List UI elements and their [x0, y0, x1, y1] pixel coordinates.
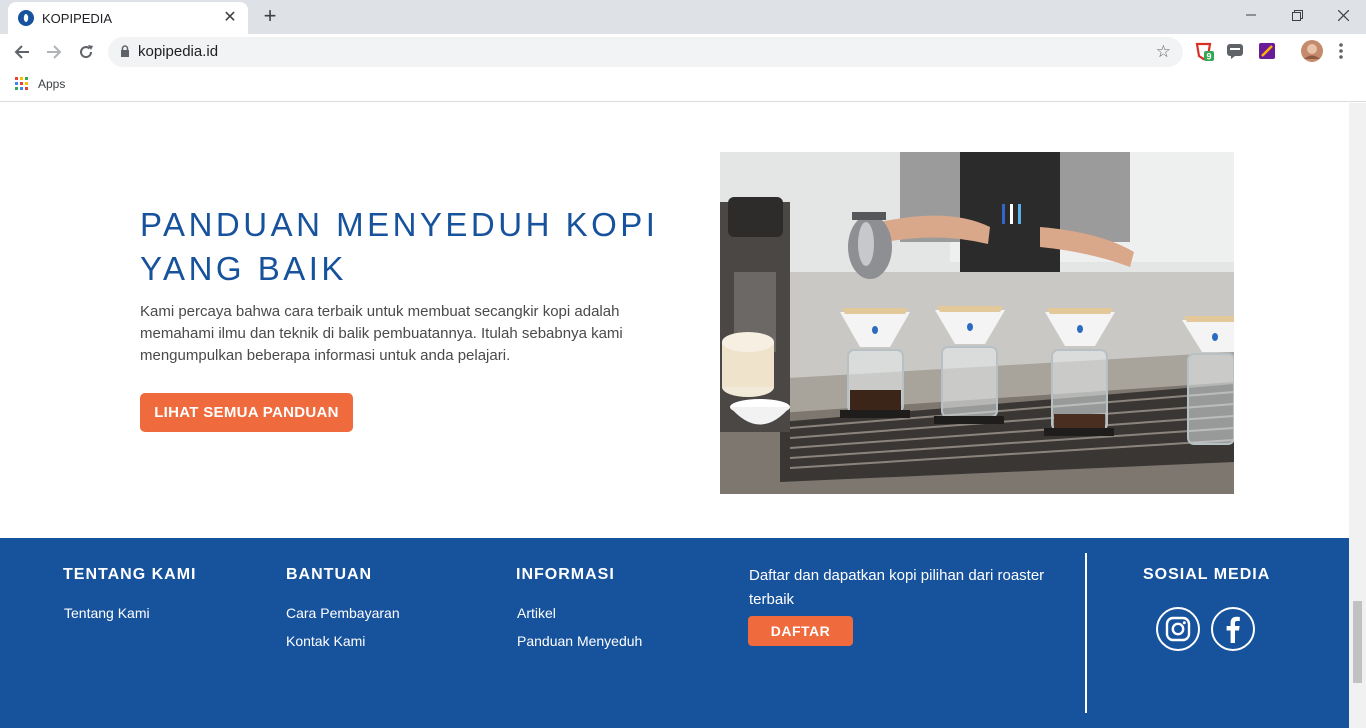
lock-icon [121, 45, 129, 57]
barista-pour-over-photo [720, 152, 1234, 494]
hero-description: Kami percaya bahwa cara terbaik untuk me… [140, 303, 623, 364]
address-bar[interactable]: kopipedia.id ☆ [108, 37, 1183, 67]
forward-arrow-icon[interactable] [42, 40, 66, 64]
signup-button[interactable]: DAFTAR [748, 616, 853, 646]
view-all-guides-button[interactable]: LIHAT SEMUA PANDUAN [140, 393, 353, 432]
new-tab-button[interactable]: + [258, 4, 282, 28]
footer-link-contact[interactable]: Kontak Kami [286, 633, 365, 649]
purple-extension-icon[interactable] [1258, 42, 1276, 60]
bookmarks-bar: Apps [0, 70, 1366, 102]
hero-title-line-1: PANDUAN MENYEDUH KOPI [140, 206, 659, 243]
apps-grid-icon[interactable] [15, 77, 28, 90]
hero-title: PANDUAN MENYEDUH KOPI YANG BAIK [140, 203, 700, 291]
browser-tab-strip: KOPIPEDIA ✕ + [0, 0, 1366, 34]
browser-toolbar: kopipedia.id ☆ 9 [0, 34, 1366, 70]
facebook-icon[interactable] [1211, 607, 1255, 651]
instagram-icon[interactable] [1156, 607, 1200, 651]
footer-link-payment[interactable]: Cara Pembayaran [286, 605, 400, 621]
window-close-icon[interactable] [1320, 0, 1366, 30]
shield-extension-icon[interactable]: 9 [1195, 42, 1214, 62]
chat-extension-icon[interactable] [1226, 42, 1244, 60]
bookmark-star-icon[interactable]: ☆ [1156, 42, 1171, 62]
menu-kebab-icon[interactable] [1338, 42, 1348, 60]
footer-help-heading: BANTUAN [286, 566, 373, 583]
reload-icon[interactable] [74, 40, 98, 64]
scrollbar-thumb[interactable] [1353, 601, 1362, 683]
profile-avatar[interactable] [1301, 40, 1323, 62]
tab-close-icon[interactable]: ✕ [222, 10, 238, 26]
back-arrow-icon[interactable] [10, 40, 34, 64]
site-footer: TENTANG KAMI Tentang Kami BANTUAN Cara P… [0, 538, 1349, 728]
footer-social-heading: SOSIAL MEDIA [1143, 566, 1271, 583]
restore-icon[interactable] [1274, 0, 1320, 30]
footer-link-about-us[interactable]: Tentang Kami [64, 605, 150, 621]
apps-bookmark[interactable]: Apps [38, 77, 65, 91]
footer-about-heading: TENTANG KAMI [63, 566, 197, 583]
footer-divider [1085, 553, 1087, 713]
footer-signup-promo: Daftar dan dapatkan kopi pilihan dari ro… [749, 567, 1045, 608]
footer-link-articles[interactable]: Artikel [517, 605, 556, 621]
hero-title-line-2: YANG BAIK [140, 250, 347, 287]
minimize-icon[interactable] [1228, 0, 1274, 30]
page-scrollbar[interactable] [1349, 103, 1366, 728]
extension-badge: 9 [1207, 52, 1212, 62]
url-text: kopipedia.id [138, 43, 219, 60]
footer-info-heading: INFORMASI [516, 566, 615, 583]
browser-tab[interactable]: KOPIPEDIA ✕ [8, 2, 248, 34]
kopipedia-favicon-icon [18, 10, 34, 26]
page-viewport: PANDUAN MENYEDUH KOPI YANG BAIK Kami per… [0, 103, 1349, 728]
tab-title: KOPIPEDIA [42, 10, 113, 26]
footer-link-brewing-guide[interactable]: Panduan Menyeduh [517, 633, 642, 649]
